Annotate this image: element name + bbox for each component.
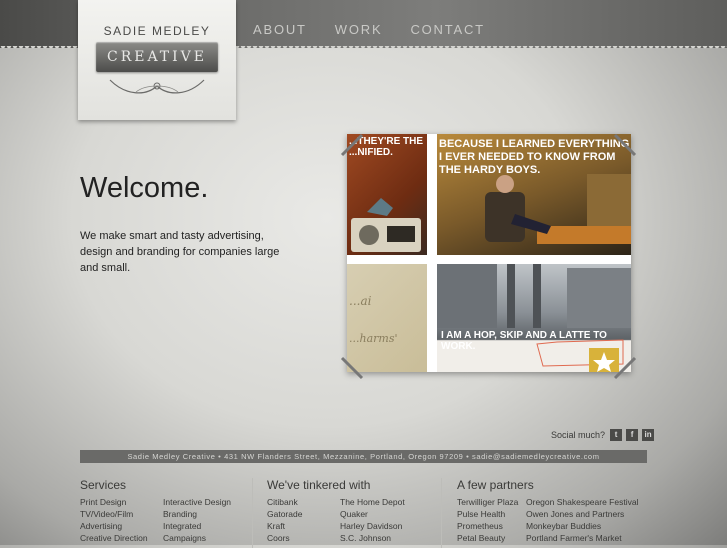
list-item: The Home Depot bbox=[340, 497, 405, 507]
social-label: Social much? bbox=[551, 430, 606, 440]
list-item: Monkeybar Buddies bbox=[526, 521, 602, 531]
tinkered-column: We've tinkered with Citibank Gatorade Kr… bbox=[267, 478, 405, 544]
intro-text: We make smart and tasty advertising, des… bbox=[80, 230, 280, 274]
collage-tile-street[interactable]: I am a hop, skip and a latte to work. bbox=[437, 264, 631, 372]
photo-corner-icon bbox=[340, 133, 364, 157]
list-item: Print Design bbox=[80, 497, 127, 507]
list-item: Gatorade bbox=[267, 509, 303, 519]
list-item: S.C. Johnson bbox=[340, 533, 392, 543]
collage-tile-office[interactable]: because I learned everything I ever need… bbox=[437, 134, 631, 255]
facebook-icon[interactable]: f bbox=[626, 429, 639, 441]
partners-title: A few partners bbox=[457, 478, 534, 492]
list-item: Owen Jones and Partners bbox=[526, 509, 625, 519]
logo[interactable]: SADIE MEDLEY CREATIVE bbox=[78, 0, 236, 120]
logo-plate: CREATIVE bbox=[96, 42, 218, 72]
services-title: Services bbox=[80, 478, 127, 492]
services-column: Services Print Design TV/Video/Film Adve… bbox=[80, 478, 231, 544]
list-item: Quaker bbox=[340, 509, 368, 519]
tile-caption-bottom: ...harms' bbox=[349, 332, 398, 345]
photo-corner-icon bbox=[613, 356, 637, 380]
nav-contact[interactable]: CONTACT bbox=[410, 22, 484, 37]
nav-about[interactable]: ABOUT bbox=[253, 22, 307, 37]
man-in-chair-icon bbox=[485, 174, 631, 244]
list-item: Terwilliger Plaza bbox=[457, 497, 519, 507]
photo-corner-icon bbox=[340, 356, 364, 380]
list-item: Advertising bbox=[80, 521, 123, 531]
list-item: Kraft bbox=[267, 521, 285, 531]
list-item: Citibank bbox=[267, 497, 298, 507]
column-divider bbox=[441, 478, 442, 548]
photo-collage: ...they're the ...nified. because I lear… bbox=[347, 134, 631, 372]
list-item: Creative Direction bbox=[80, 533, 148, 543]
list-item: Branding bbox=[163, 509, 198, 519]
main-nav: ABOUT WORK CONTACT bbox=[253, 22, 513, 37]
list-item: Petal Beauty bbox=[457, 533, 506, 543]
list-item: Interactive Design bbox=[163, 497, 232, 507]
tile-caption: I am a hop, skip and a latte to work. bbox=[441, 330, 607, 352]
list-item: Prometheus bbox=[457, 521, 503, 531]
tinkered-title: We've tinkered with bbox=[267, 478, 371, 492]
page-title: Welcome. bbox=[80, 172, 209, 204]
address-bar: Sadie Medley Creative • 431 NW Flanders … bbox=[80, 450, 647, 463]
list-item: Portland Farmer's Market bbox=[526, 533, 622, 543]
list-item: TV/Video/Film bbox=[80, 509, 134, 519]
swirl-ornament-icon bbox=[109, 79, 205, 94]
street-scene-icon bbox=[437, 264, 631, 372]
social-links: Social much? t f in bbox=[551, 429, 655, 441]
column-divider bbox=[252, 478, 253, 548]
twitter-icon[interactable]: t bbox=[610, 429, 623, 441]
logo-name: SADIE MEDLEY bbox=[103, 24, 211, 38]
list-item: Oregon Shakespeare Festival bbox=[526, 497, 639, 507]
nav-work[interactable]: WORK bbox=[335, 22, 383, 37]
list-item: Integrated bbox=[163, 521, 202, 531]
linkedin-icon[interactable]: in bbox=[642, 429, 655, 441]
photo-corner-icon bbox=[613, 133, 637, 157]
list-item: Harley Davidson bbox=[340, 521, 403, 531]
list-item: Campaigns bbox=[163, 533, 206, 543]
list-item: Coors bbox=[267, 533, 290, 543]
partners-column: A few partners Terwilliger Plaza Pulse H… bbox=[457, 478, 638, 544]
list-item: Pulse Health bbox=[457, 509, 506, 519]
tile-caption-top: ...ai bbox=[349, 294, 372, 308]
